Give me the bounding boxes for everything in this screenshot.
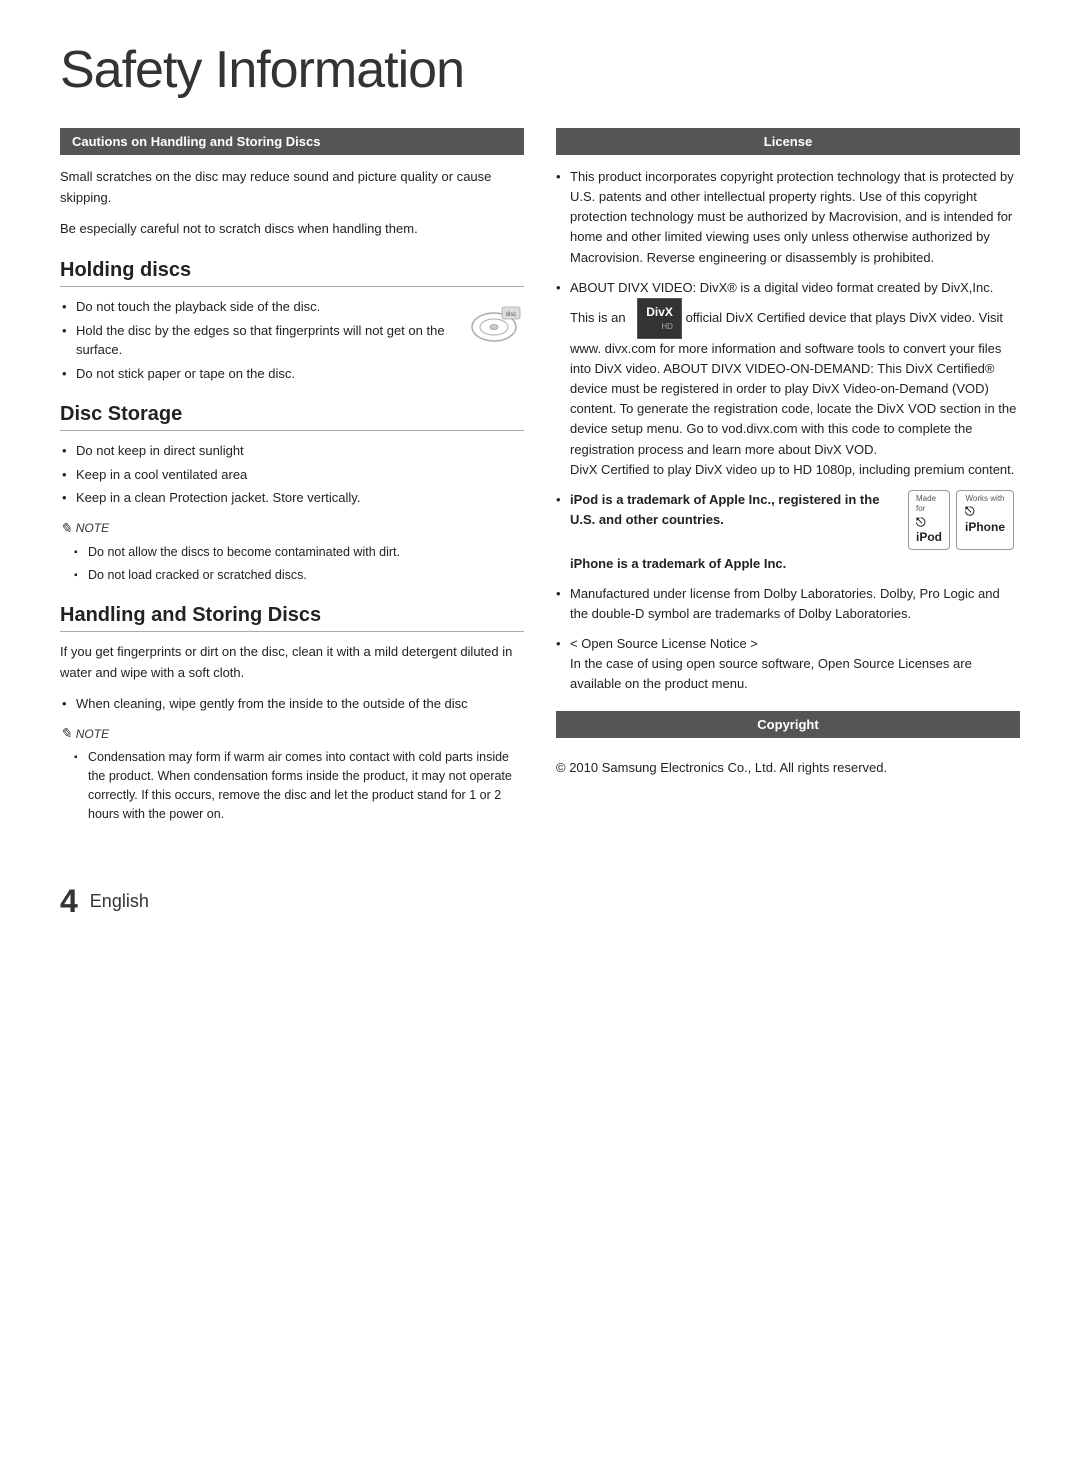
copyright-text: © 2010 Samsung Electronics Co., Ltd. All… [556, 750, 1020, 787]
page-title: Safety Information [60, 40, 1020, 100]
right-bullet-list: This product incorporates copyright prot… [556, 167, 1020, 695]
ipod-trademark-block: iPod is a trademark of Apple Inc., regis… [570, 490, 1020, 550]
page-number-row: 4 English [60, 883, 1020, 920]
holding-discs-title: Holding discs [60, 259, 524, 287]
ipod-trademark-text: iPod is a trademark of Apple Inc., regis… [570, 490, 894, 530]
list-item-dolby: Manufactured under license from Dolby La… [556, 584, 1020, 624]
open-source-text: In the case of using open source softwar… [570, 656, 972, 691]
note-label-2: ✎ NOTE [60, 725, 524, 742]
list-item: Condensation may form if warm air comes … [74, 748, 524, 823]
iphone-trademark: iPhone is a trademark of Apple Inc. [570, 554, 1020, 574]
note-label: ✎ NOTE [60, 520, 524, 537]
cautions-header: Cautions on Handling and Storing Discs [60, 128, 524, 155]
cautions-intro-1: Small scratches on the disc may reduce s… [60, 167, 524, 209]
pencil-icon: ✎ [60, 520, 72, 537]
copyright-header: Copyright [556, 711, 1020, 738]
list-item: Keep in a clean Protection jacket. Store… [60, 488, 524, 508]
handling-list: When cleaning, wipe gently from the insi… [60, 694, 524, 714]
handling-note-list: Condensation may form if warm air comes … [74, 748, 524, 823]
pencil-icon-2: ✎ [60, 725, 72, 742]
list-item: Do not load cracked or scratched discs. [74, 566, 524, 585]
iphone-badge: Works with ⎋ iPhone [956, 490, 1014, 550]
list-item-open-source: < Open Source License Notice > In the ca… [556, 634, 1020, 694]
disc-storage-note: ✎ NOTE Do not allow the discs to become … [60, 520, 524, 585]
page-number: 4 [60, 883, 78, 920]
list-item: Do not keep in direct sunlight [60, 441, 524, 461]
disc-storage-title: Disc Storage [60, 403, 524, 431]
ipod-badge-top: Made for [916, 494, 942, 515]
disc-storage-list: Do not keep in direct sunlight Keep in a… [60, 441, 524, 508]
cautions-intro-2: Be especially careful not to scratch dis… [60, 219, 524, 240]
holding-discs-list: Do not touch the playback side of the di… [60, 297, 524, 383]
list-item: Do not stick paper or tape on the disc. [60, 364, 524, 384]
handling-note: ✎ NOTE Condensation may form if warm air… [60, 725, 524, 823]
list-item: Keep in a cool ventilated area [60, 465, 524, 485]
list-item: Do not touch the playback side of the di… [60, 297, 524, 317]
ipod-badges-container: Made for ⎋ iPod Works with ⎋ iPhone [908, 490, 1014, 550]
list-item-copyright: This product incorporates copyright prot… [556, 167, 1020, 268]
license-header: License [556, 128, 1020, 155]
divx-logo: DivXHD [637, 298, 682, 339]
ipod-badge-main: ⎋ iPod [916, 515, 942, 546]
list-item: When cleaning, wipe gently from the insi… [60, 694, 524, 714]
ipod-badge: Made for ⎋ iPod [908, 490, 950, 550]
handling-title: Handling and Storing Discs [60, 604, 524, 632]
iphone-badge-top: Works with [966, 494, 1005, 504]
right-column: License This product incorporates copyri… [556, 128, 1020, 835]
iphone-badge-main: ⎋ iPhone [965, 504, 1005, 535]
handling-intro: If you get fingerprints or dirt on the d… [60, 642, 524, 684]
ipod-trademark-span: iPod is a trademark of Apple Inc., regis… [570, 492, 879, 527]
list-item-ipod: iPod is a trademark of Apple Inc., regis… [556, 490, 1020, 574]
open-source-link: < Open Source License Notice > [570, 636, 758, 651]
list-item: Do not allow the discs to become contami… [74, 543, 524, 562]
divx-certified: DivX Certified to play DivX video up to … [570, 462, 1014, 477]
page-language: English [90, 891, 149, 912]
list-item-divx: ABOUT DIVX VIDEO: DivX® is a digital vid… [556, 278, 1020, 480]
list-item: Hold the disc by the edges so that finge… [60, 321, 524, 360]
note-list: Do not allow the discs to become contami… [74, 543, 524, 585]
left-column: Cautions on Handling and Storing Discs S… [60, 128, 524, 835]
